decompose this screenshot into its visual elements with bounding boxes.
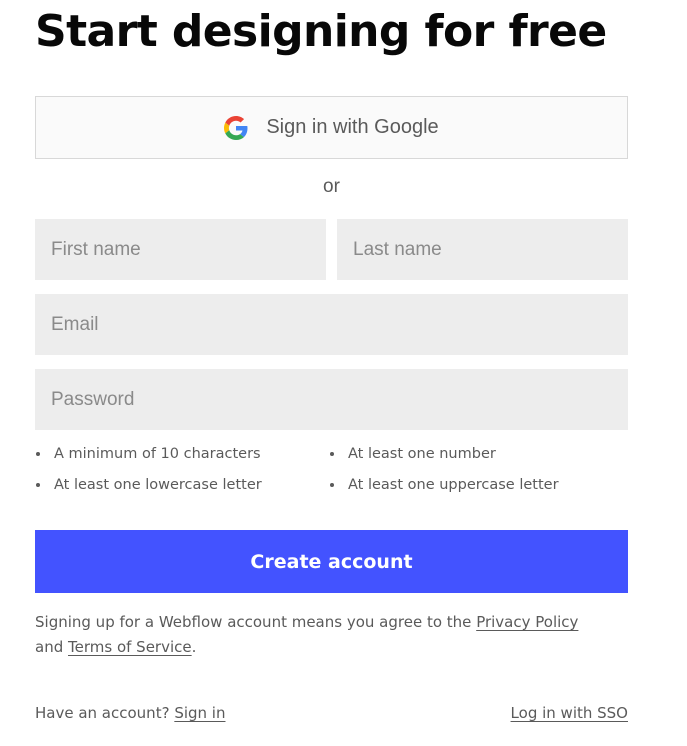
- password-requirement: At least one lowercase letter: [36, 477, 262, 493]
- google-sign-in-label: Sign in with Google: [266, 116, 439, 138]
- bullet-icon: [330, 483, 334, 487]
- sign-in-link[interactable]: Sign in: [174, 704, 225, 722]
- password-requirement: A minimum of 10 characters: [36, 446, 261, 462]
- bullet-icon: [36, 483, 40, 487]
- google-g-icon: [224, 115, 248, 140]
- page-title: Start designing for free: [35, 6, 607, 57]
- terms-and: and: [35, 638, 64, 656]
- create-account-button[interactable]: Create account: [35, 530, 628, 593]
- requirement-text: A minimum of 10 characters: [54, 446, 261, 462]
- email-field[interactable]: [35, 294, 628, 355]
- sso-row: Log in with SSO: [511, 704, 628, 722]
- requirement-text: At least one uppercase letter: [348, 477, 559, 493]
- password-requirement: At least one number: [330, 446, 496, 462]
- have-account-text: Have an account?: [35, 704, 170, 722]
- terms-notice: Signing up for a Webflow account means y…: [35, 610, 635, 660]
- sso-login-link[interactable]: Log in with SSO: [511, 704, 628, 722]
- first-name-field[interactable]: [35, 219, 326, 280]
- privacy-policy-link[interactable]: Privacy Policy: [476, 613, 578, 631]
- last-name-field[interactable]: [337, 219, 628, 280]
- google-sign-in-button[interactable]: Sign in with Google: [35, 96, 628, 159]
- terms-suffix: .: [191, 638, 197, 656]
- requirement-text: At least one number: [348, 446, 496, 462]
- bullet-icon: [36, 452, 40, 456]
- bullet-icon: [330, 452, 334, 456]
- password-requirement: At least one uppercase letter: [330, 477, 559, 493]
- password-field[interactable]: [35, 369, 628, 430]
- terms-prefix: Signing up for a Webflow account means y…: [35, 613, 472, 631]
- requirement-text: At least one lowercase letter: [54, 477, 262, 493]
- terms-of-service-link[interactable]: Terms of Service: [68, 638, 192, 656]
- have-account-row: Have an account? Sign in: [35, 704, 225, 722]
- or-divider: or: [323, 176, 340, 197]
